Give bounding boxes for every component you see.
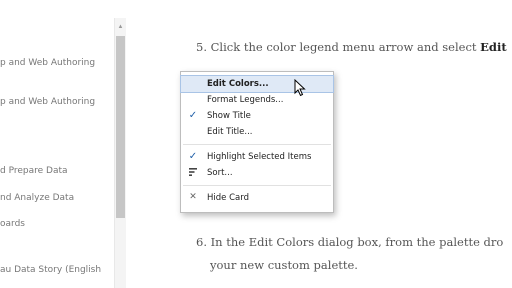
menu-item-label: Format Legends... [207, 95, 284, 105]
sidebar-item[interactable]: au Data Story (English [0, 265, 101, 275]
close-icon: ✕ [189, 192, 197, 202]
sidebar-item[interactable]: p and Web Authoring [0, 58, 95, 68]
mouse-cursor-icon [294, 79, 306, 97]
menu-item-hide-card[interactable]: ✕ Hide Card [181, 190, 333, 206]
menu-item-label: Highlight Selected Items [207, 152, 312, 162]
sidebar-nav: p and Web Authoring p and Web Authoring … [0, 0, 126, 288]
menu-item-label: Show Title [207, 111, 251, 121]
step-6-line-2: your new custom palette. [210, 258, 358, 272]
scroll-up-arrow-icon[interactable]: ▲ [115, 24, 126, 30]
scroll-thumb[interactable] [116, 36, 125, 218]
checkmark-icon: ✓ [188, 110, 198, 121]
legend-context-menu: Edit Colors... Format Legends... ✓ Show … [180, 71, 334, 213]
menu-item-label: Sort... [207, 168, 233, 178]
step-5-text: 5. Click the color legend menu arrow and… [196, 40, 507, 54]
sidebar-item[interactable]: d Prepare Data [0, 166, 68, 176]
sidebar-scrollbar[interactable]: ▲ [114, 18, 126, 288]
sort-icon [187, 167, 199, 180]
menu-item-label: Edit Title... [207, 127, 253, 137]
menu-separator [183, 144, 331, 145]
menu-separator [183, 185, 331, 186]
menu-item-edit-title[interactable]: Edit Title... [181, 124, 333, 140]
menu-item-edit-colors[interactable]: Edit Colors... [180, 75, 334, 93]
step-6-line-1: 6. In the Edit Colors dialog box, from t… [196, 235, 504, 249]
menu-item-show-title[interactable]: ✓ Show Title [181, 108, 333, 124]
menu-item-sort[interactable]: Sort... [181, 165, 333, 181]
menu-item-highlight-selected[interactable]: ✓ Highlight Selected Items [181, 149, 333, 165]
step-5-bold-text: Edit [480, 40, 507, 54]
menu-item-label: Hide Card [207, 193, 249, 203]
menu-item-label: Edit Colors... [207, 79, 269, 89]
sidebar-item[interactable]: oards [0, 219, 25, 229]
sidebar-item[interactable]: nd Analyze Data [0, 193, 74, 203]
menu-item-format-legends[interactable]: Format Legends... [181, 92, 333, 108]
step-5-text-main: 5. Click the color legend menu arrow and… [196, 40, 481, 54]
checkmark-icon: ✓ [188, 151, 198, 162]
sidebar-item[interactable]: p and Web Authoring [0, 97, 95, 107]
